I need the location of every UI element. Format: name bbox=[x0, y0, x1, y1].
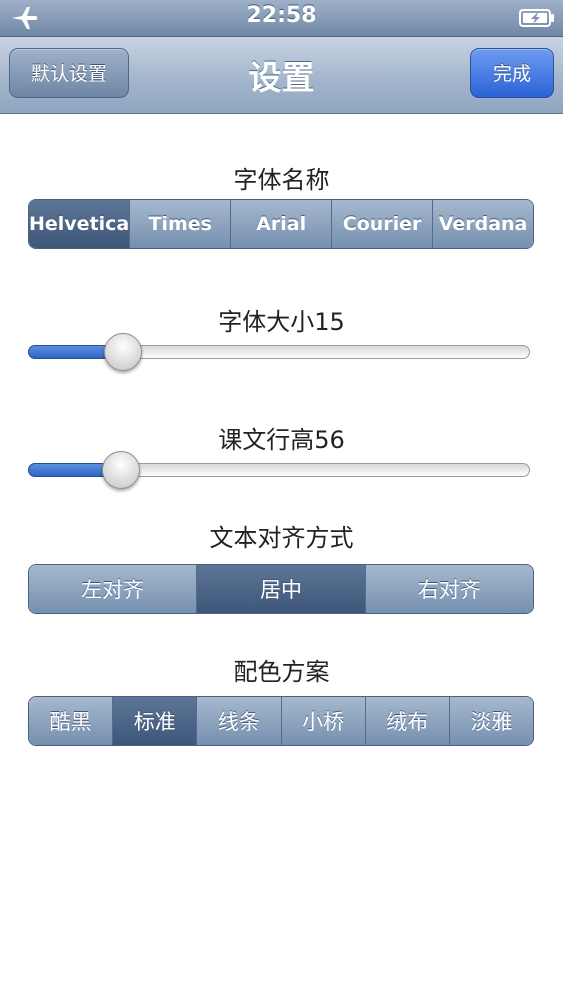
slider-thumb[interactable] bbox=[102, 451, 140, 489]
battery-charging-icon bbox=[519, 9, 555, 31]
font-option-verdana[interactable]: Verdana bbox=[433, 200, 533, 248]
font-option-courier[interactable]: Courier bbox=[332, 200, 434, 248]
scheme-option-cool-black[interactable]: 酷黑 bbox=[29, 697, 114, 745]
color-scheme-label: 配色方案 bbox=[233, 658, 330, 686]
slider-thumb[interactable] bbox=[104, 333, 142, 371]
scheme-option-standard[interactable]: 标准 bbox=[113, 697, 198, 745]
font-option-times[interactable]: Times bbox=[130, 200, 232, 248]
font-option-arial[interactable]: Arial bbox=[231, 200, 333, 248]
scheme-option-bridge[interactable]: 小桥 bbox=[281, 697, 366, 745]
status-time: 22:58 bbox=[246, 3, 317, 28]
font-name-label: 字体名称 bbox=[233, 166, 330, 194]
navigation-bar: 默认设置 设置 完成 bbox=[0, 37, 563, 114]
align-option-left[interactable]: 左对齐 bbox=[29, 565, 198, 613]
scheme-option-lines[interactable]: 线条 bbox=[197, 697, 282, 745]
scheme-option-flannel[interactable]: 绒布 bbox=[365, 697, 450, 745]
font-option-helvetica[interactable]: Helvetica bbox=[29, 200, 131, 248]
font-size-slider[interactable] bbox=[28, 332, 530, 372]
text-align-segmented-control: 左对齐 居中 右对齐 bbox=[28, 564, 534, 614]
scheme-option-elegant[interactable]: 淡雅 bbox=[449, 697, 533, 745]
text-align-label: 文本对齐方式 bbox=[209, 524, 354, 552]
color-scheme-segmented-control: 酷黑 标准 线条 小桥 绒布 淡雅 bbox=[28, 696, 534, 746]
line-height-slider[interactable] bbox=[28, 450, 530, 490]
done-button[interactable]: 完成 bbox=[470, 48, 554, 98]
align-option-center[interactable]: 居中 bbox=[197, 565, 366, 613]
font-name-segmented-control: Helvetica Times Arial Courier Verdana bbox=[28, 199, 534, 249]
status-bar: 22:58 bbox=[0, 0, 563, 37]
align-option-right[interactable]: 右对齐 bbox=[365, 565, 533, 613]
